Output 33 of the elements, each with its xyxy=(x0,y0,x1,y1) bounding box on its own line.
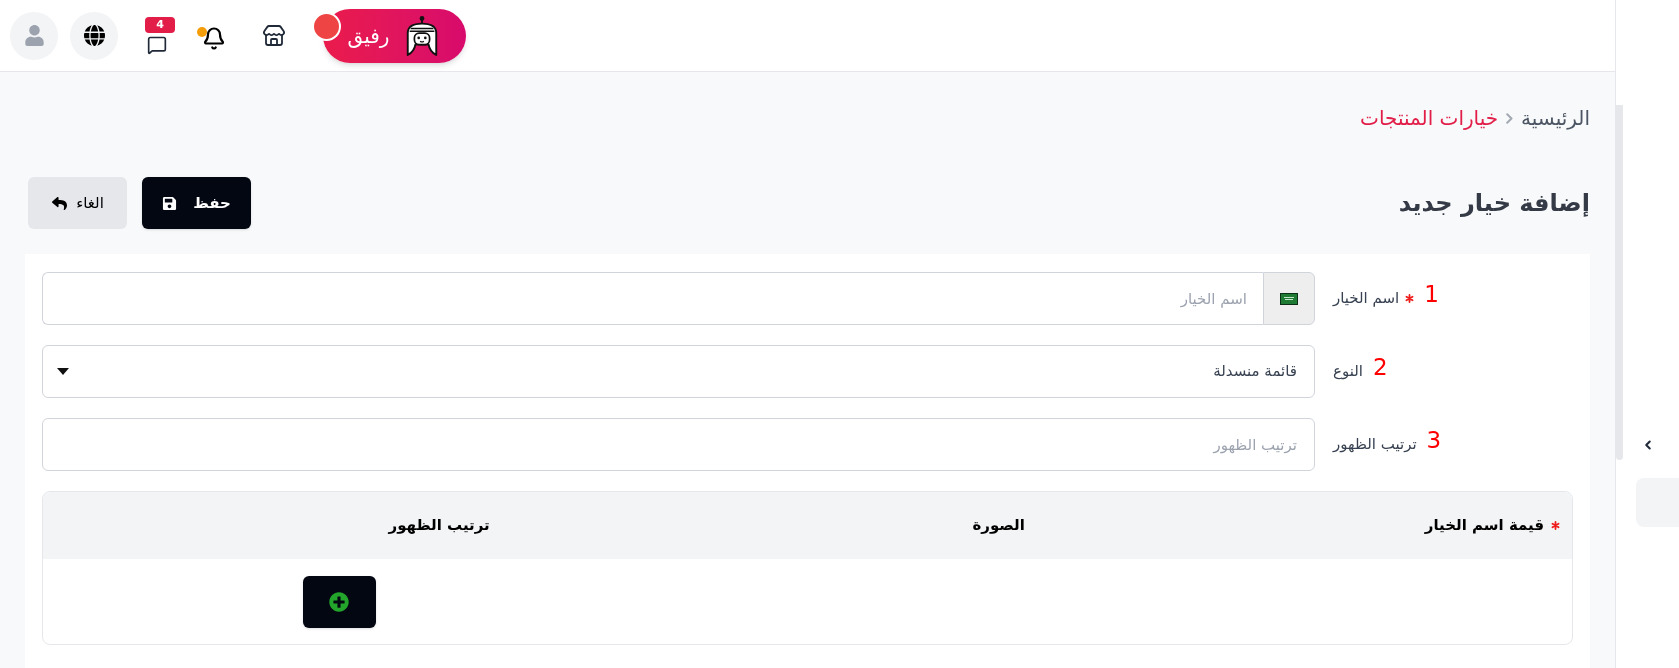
type-select[interactable]: قائمة منسدلة xyxy=(42,345,1315,398)
annotation-number: 1 xyxy=(1424,283,1439,306)
column-header: ترتيب الظهور xyxy=(388,515,490,537)
breadcrumb-current: خيارات المنتجات xyxy=(1360,108,1499,128)
annotation-number: 2 xyxy=(1372,356,1388,379)
message-icon[interactable] xyxy=(146,34,168,55)
add-row-button[interactable] xyxy=(302,575,376,628)
field-label: ترتيب الظهور xyxy=(1333,434,1417,456)
scrollbar-thumb[interactable] xyxy=(1616,105,1623,460)
user-icon xyxy=(24,25,44,46)
flag-icon xyxy=(1280,292,1298,305)
chevron-icon xyxy=(1506,112,1514,124)
text-input[interactable]: ترتيب الظهور xyxy=(42,418,1315,471)
save-icon xyxy=(162,195,178,211)
caret-icon xyxy=(57,368,69,375)
save-button[interactable]: حفظ xyxy=(142,177,251,229)
column-header: الصورة xyxy=(972,515,1025,537)
text-input[interactable]: اسم الخيار xyxy=(42,272,1263,325)
annotation-number: 3 xyxy=(1426,429,1442,452)
language-button[interactable] xyxy=(70,11,118,60)
column-header: قيمة اسم الخيار xyxy=(1424,515,1544,537)
reply-icon xyxy=(51,195,69,211)
globe-icon xyxy=(83,25,105,46)
message-count-badge: 4 xyxy=(145,16,175,33)
store-icon[interactable] xyxy=(261,23,287,48)
language-addon[interactable] xyxy=(1263,272,1315,325)
field-label: النوع xyxy=(1333,361,1363,383)
cancel-button[interactable]: الغاء xyxy=(28,177,127,229)
page-title: إضافة خيار جديد xyxy=(1398,188,1590,219)
field-label: اسم الخيار xyxy=(1333,288,1400,310)
bell-icon[interactable] xyxy=(202,25,226,52)
breadcrumb-link[interactable]: الرئيسية xyxy=(1521,108,1590,128)
assistant-button[interactable]: رفيق xyxy=(323,8,466,63)
